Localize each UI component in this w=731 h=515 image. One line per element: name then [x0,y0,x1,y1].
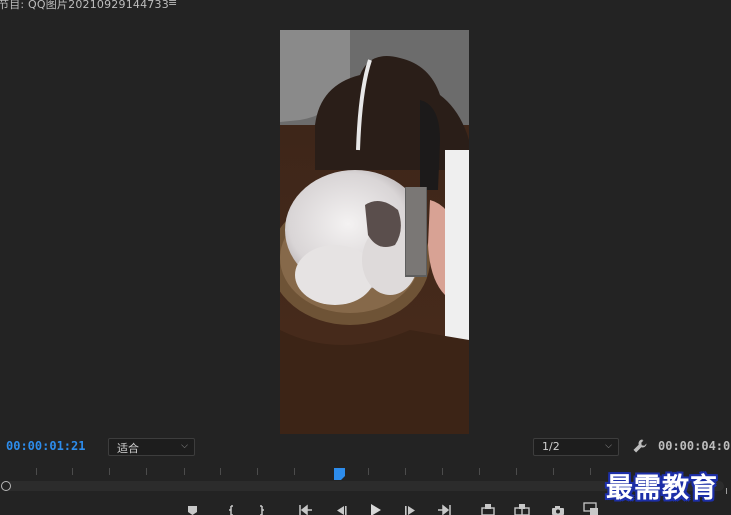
zoom-fit-value: 适合 [117,442,139,455]
ruler-tick [442,468,443,475]
scrollbar-handle[interactable] [1,481,11,491]
ruler-tick [109,468,110,475]
play-icon[interactable] [366,500,384,515]
extract-icon[interactable] [513,500,531,515]
ruler-tick [368,468,369,475]
step-back-icon[interactable] [332,500,350,515]
current-timecode[interactable]: 00:00:01:21 [6,439,85,453]
ruler-tick [220,468,221,475]
playhead-marker[interactable] [333,465,346,480]
ruler-tick [146,468,147,475]
ruler-tick [405,468,406,475]
ruler-tick [184,468,185,475]
step-forward-icon[interactable] [402,500,420,515]
export-frame-icon[interactable] [549,500,567,515]
wrench-icon[interactable] [632,438,648,454]
mark-in-icon[interactable] [222,500,240,515]
mark-out-icon[interactable] [253,500,271,515]
ruler-tick [72,468,73,475]
ruler-tick [294,468,295,475]
panel-title: 节目: QQ图片20210929144733 [0,0,169,11]
playback-resolution-value: 1/2 [542,440,560,453]
ruler-tick [257,468,258,475]
go-to-in-icon[interactable] [297,500,315,515]
ruler-tick [590,468,591,475]
go-to-out-icon[interactable] [435,500,453,515]
watermark-logo: 最需教育 [606,473,718,504]
ruler-tick [36,468,37,475]
panel-header: 节目: QQ图片20210929144733 ≡ [0,0,731,11]
ruler-tick [516,468,517,475]
program-monitor-video [280,30,469,434]
ruler-tick [479,468,480,475]
duration-timecode: 00:00:04:01 [658,439,731,453]
zoom-fit-dropdown[interactable]: 适合 ⌵ [108,438,195,456]
scrollbar-end [726,488,727,494]
playback-resolution-dropdown[interactable]: 1/2 ⌵ [533,438,619,456]
lift-icon[interactable] [479,500,497,515]
panel-menu-icon[interactable]: ≡ [168,0,177,9]
comparison-view-icon[interactable] [582,500,600,515]
chevron-down-icon: ⌵ [181,441,188,451]
add-marker-icon[interactable] [185,500,203,515]
ruler-tick [553,468,554,475]
video-frame-image [280,30,469,434]
chevron-down-icon: ⌵ [605,441,612,451]
